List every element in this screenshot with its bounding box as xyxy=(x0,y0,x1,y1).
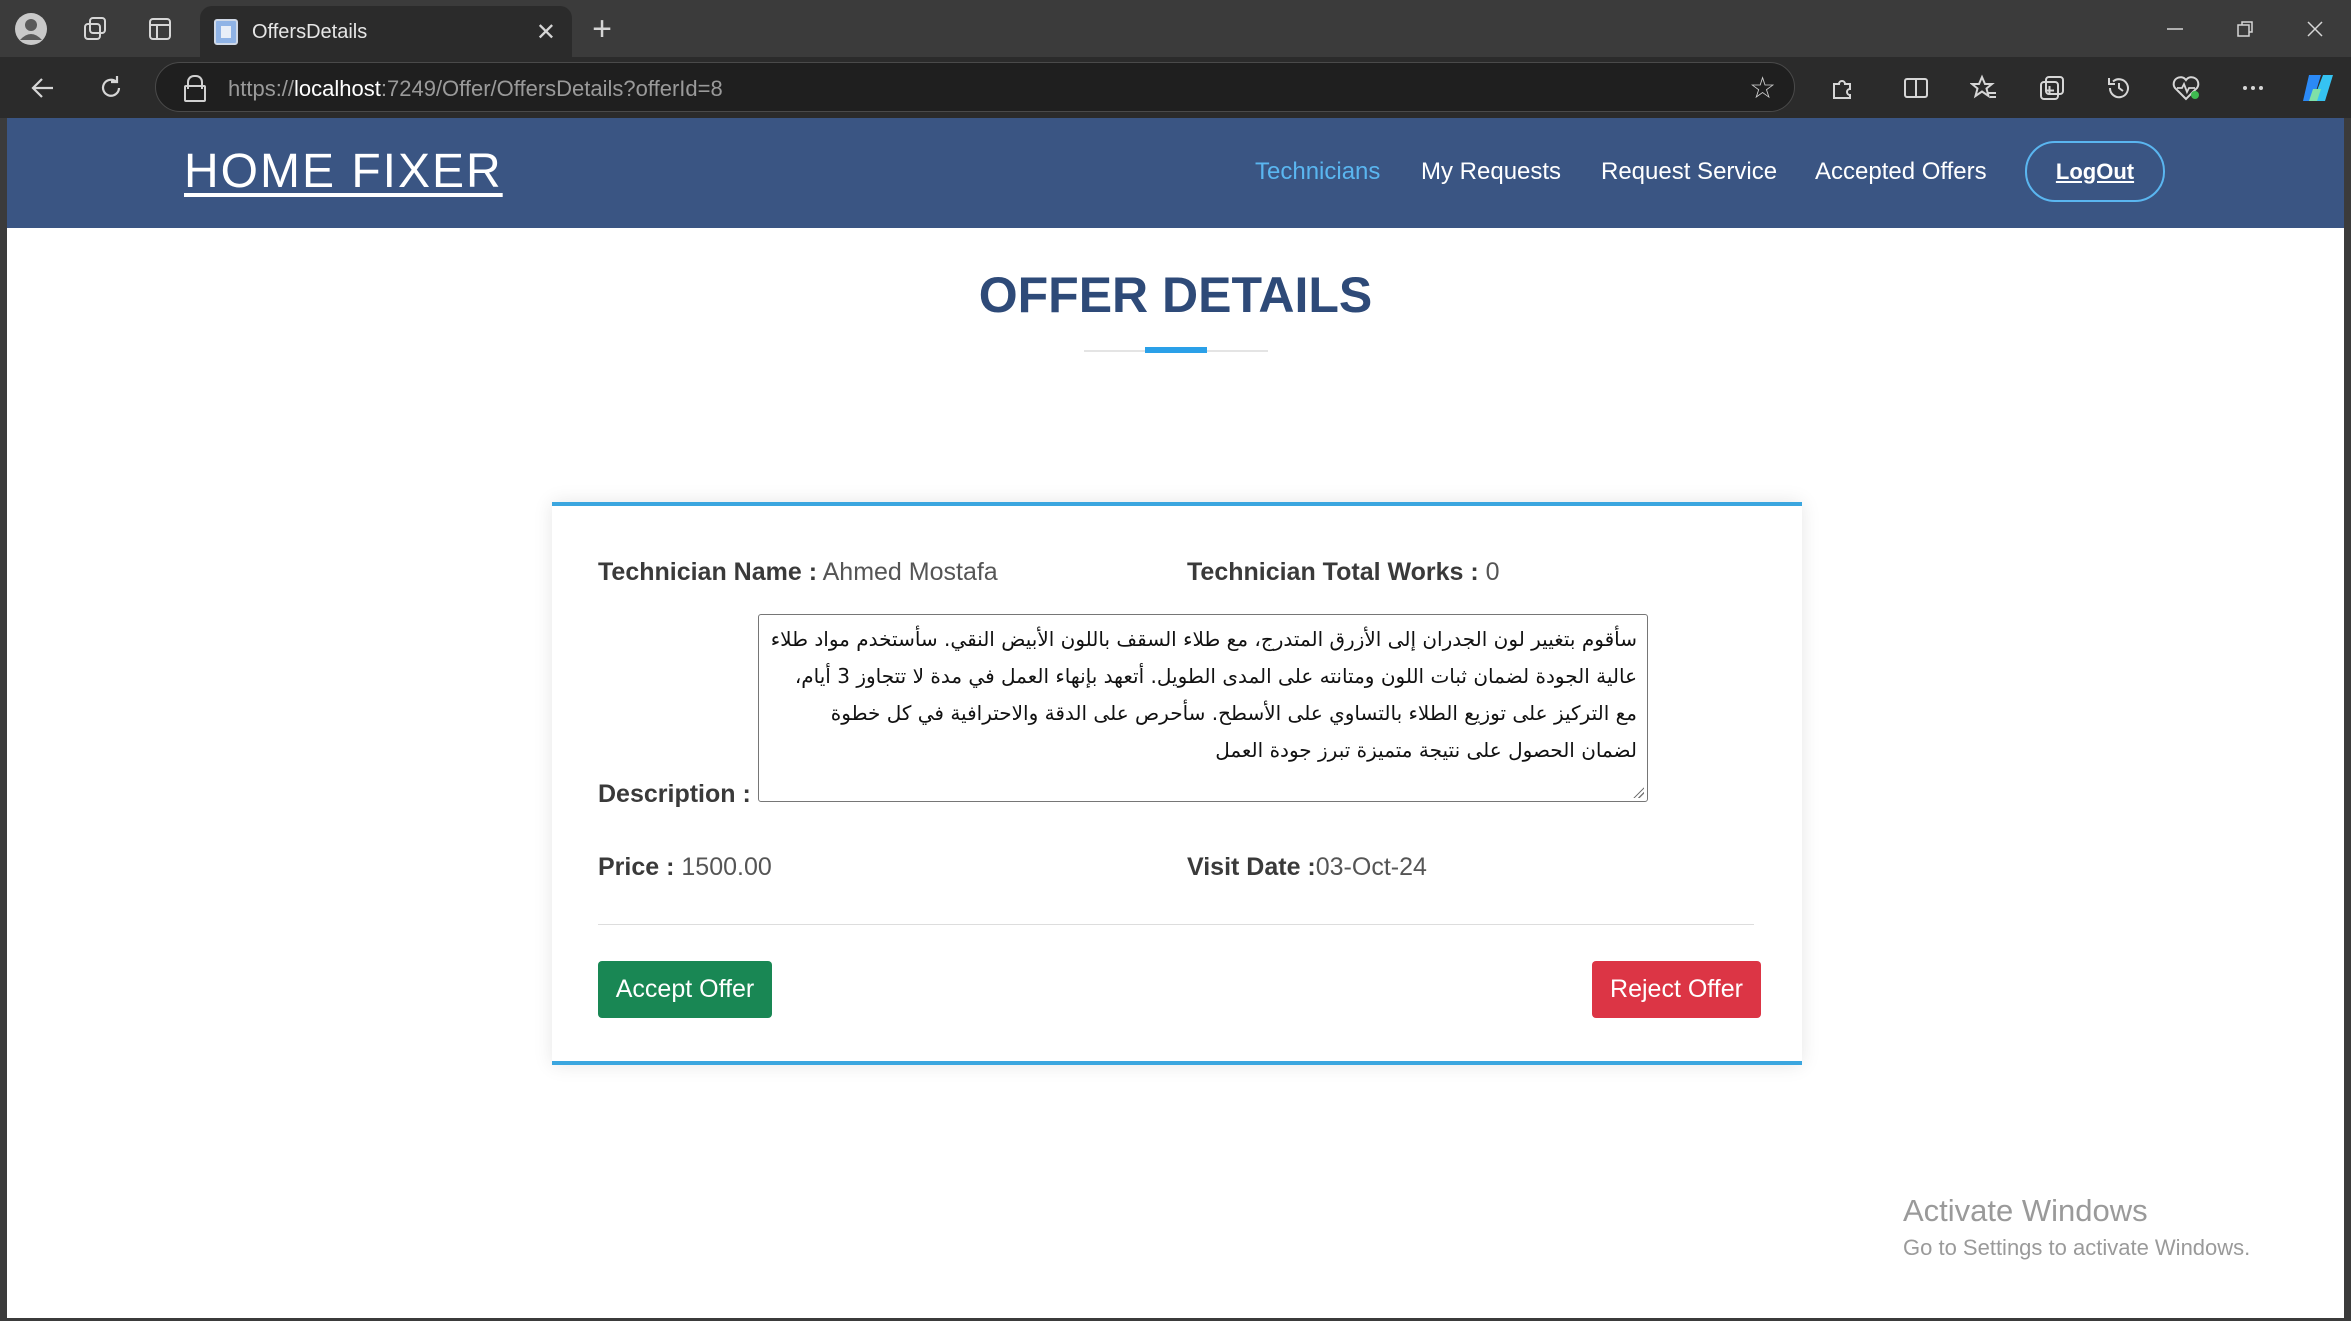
minimize-icon[interactable] xyxy=(2160,14,2190,44)
activate-windows-subtitle: Go to Settings to activate Windows. xyxy=(1903,1235,2251,1260)
vertical-tabs-icon[interactable] xyxy=(145,14,175,44)
technician-total-works-label: Technician Total Works : xyxy=(1187,558,1479,586)
technician-total-works-field: Technician Total Works : 0 xyxy=(1187,558,1500,587)
address-bar[interactable]: https://localhost:7249/Offer/OffersDetai… xyxy=(155,62,1795,112)
logout-button[interactable]: LogOut xyxy=(2025,141,2165,202)
nav-link-my-requests[interactable]: My Requests xyxy=(1421,158,1561,186)
url-host: localhost xyxy=(294,76,381,101)
collections-icon[interactable] xyxy=(2035,71,2069,105)
site-navbar: HOME FIXER Technicians My Requests Reque… xyxy=(7,118,2344,228)
lock-icon[interactable] xyxy=(184,75,206,102)
technician-name-field: Technician Name : Ahmed Mostafa xyxy=(598,558,998,587)
title-accent-bar xyxy=(1145,347,1207,353)
browser-essentials-icon[interactable] xyxy=(2169,71,2203,105)
nav-link-technicians[interactable]: Technicians xyxy=(1255,158,1380,186)
price-label: Price : xyxy=(598,853,675,881)
description-textarea[interactable]: سأقوم بتغيير لون الجدران إلى الأزرق المت… xyxy=(758,614,1648,802)
close-tab-icon[interactable]: ✕ xyxy=(536,18,556,47)
tab-offers-details[interactable]: OffersDetails ✕ xyxy=(200,6,572,57)
visit-date-label: Visit Date : xyxy=(1187,853,1316,881)
workspaces-icon[interactable] xyxy=(80,14,110,44)
favorite-star-icon[interactable]: ☆ xyxy=(1749,71,1776,106)
price-value: 1500.00 xyxy=(681,853,772,881)
technician-name-label: Technician Name : xyxy=(598,558,818,586)
browser-tab-bar: OffersDetails ✕ + xyxy=(0,0,2351,57)
resize-handle-icon[interactable] xyxy=(1632,786,1644,798)
extensions-icon[interactable] xyxy=(1825,71,1859,105)
visit-date-value: 03-Oct-24 xyxy=(1315,853,1427,881)
close-icon[interactable] xyxy=(2300,14,2330,44)
technician-total-works-value: 0 xyxy=(1485,558,1500,586)
accept-offer-button[interactable]: Accept Offer xyxy=(598,961,772,1018)
new-tab-button[interactable]: + xyxy=(585,12,619,46)
card-divider xyxy=(598,924,1754,925)
copilot-icon[interactable] xyxy=(2298,68,2338,108)
nav-link-request-service[interactable]: Request Service xyxy=(1601,158,1777,186)
nav-link-accepted-offers[interactable]: Accepted Offers xyxy=(1815,158,1987,186)
back-icon[interactable] xyxy=(26,71,60,105)
page-title: OFFER DETAILS xyxy=(978,267,1373,323)
history-icon[interactable] xyxy=(2102,71,2136,105)
more-icon[interactable] xyxy=(2236,71,2270,105)
split-screen-icon[interactable] xyxy=(1899,71,1933,105)
visit-date-field: Visit Date :03-Oct-24 xyxy=(1187,853,1427,882)
tab-title: OffersDetails xyxy=(252,21,368,43)
page-favicon-icon xyxy=(214,19,238,45)
reject-offer-button[interactable]: Reject Offer xyxy=(1592,961,1761,1018)
profile-icon[interactable] xyxy=(14,12,48,46)
page-viewport: HOME FIXER Technicians My Requests Reque… xyxy=(7,118,2344,1318)
url-path: :7249/Offer/OffersDetails?offerId=8 xyxy=(380,76,723,101)
technician-name-value: Ahmed Mostafa xyxy=(822,558,998,586)
price-field: Price : 1500.00 xyxy=(598,853,772,882)
browser-toolbar: https://localhost:7249/Offer/OffersDetai… xyxy=(0,57,2351,118)
url-scheme: https:// xyxy=(228,76,295,101)
url-text[interactable]: https://localhost:7249/Offer/OffersDetai… xyxy=(228,76,723,102)
activate-windows-title: Activate Windows xyxy=(1903,1193,2148,1228)
restore-icon[interactable] xyxy=(2230,14,2260,44)
description-label: Description : xyxy=(598,780,751,809)
description-label-text: Description : xyxy=(598,780,751,808)
brand-logo-link[interactable]: HOME FIXER xyxy=(184,144,503,199)
favorites-icon[interactable] xyxy=(1967,71,2001,105)
description-text: سأقوم بتغيير لون الجدران إلى الأزرق المت… xyxy=(770,627,1637,762)
refresh-icon[interactable] xyxy=(94,71,128,105)
offer-card: Technician Name : Ahmed Mostafa Technici… xyxy=(552,502,1802,1065)
